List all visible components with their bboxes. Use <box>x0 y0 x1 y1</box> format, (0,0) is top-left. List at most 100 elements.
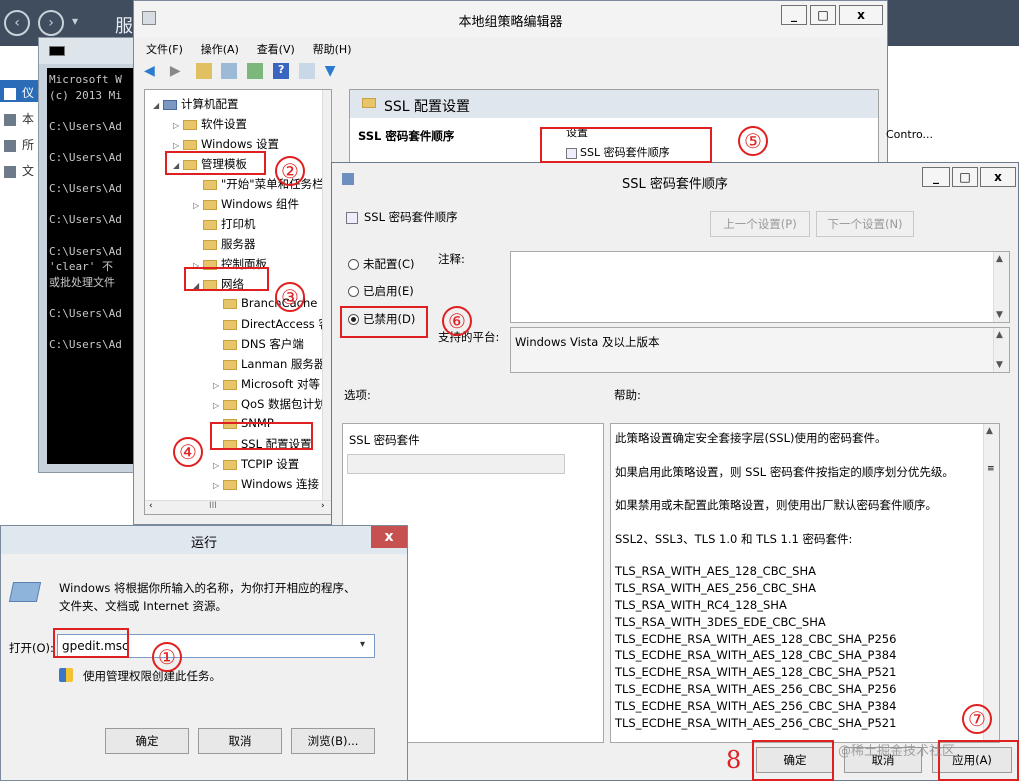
cmd-output[interactable]: Microsoft W (c) 2013 Mi C:\Users\Ad C:\User… <box>47 68 147 464</box>
help-icon[interactable]: ? <box>273 63 290 79</box>
sidebar-item-local[interactable]: 本 <box>4 110 34 127</box>
admin-note: 使用管理权限创建此任务。 <box>83 669 221 683</box>
cancel-button[interactable]: 取消 <box>198 728 282 754</box>
back-icon[interactable]: ◀ <box>144 63 160 79</box>
tree-item-start-menu[interactable]: "开始"菜单和任务栏 <box>193 176 324 192</box>
dashboard-icon <box>4 87 16 100</box>
close-button[interactable]: x <box>980 167 1016 187</box>
tree-item-lanman[interactable]: Lanman 服务器 <box>223 356 325 372</box>
settings-pane-header: SSL 配置设置 <box>350 90 878 118</box>
close-button[interactable]: x <box>839 5 883 25</box>
minimize-button[interactable]: _ <box>922 167 950 187</box>
scroll-right-icon[interactable]: › <box>321 501 325 511</box>
annotation-box-6 <box>340 306 428 338</box>
tree-item-windows-components[interactable]: ▷ Windows 组件 <box>193 196 299 212</box>
comment-textarea[interactable]: ▲ ▼ <box>510 251 1010 323</box>
export-icon[interactable] <box>247 63 264 79</box>
help-scrollbar[interactable]: ▲ ≡ <box>983 424 999 742</box>
help-line: TLS_RSA_WITH_AES_128_CBC_SHA <box>615 564 816 579</box>
folder-icon <box>223 298 237 309</box>
sidebar-item-all[interactable]: 所 <box>4 136 34 153</box>
help-line: TLS_ECDHE_RSA_WITH_AES_128_CBC_SHA_P521 <box>615 665 897 680</box>
show-hide-tree-icon[interactable] <box>221 63 238 79</box>
ssl-dialog-titlebar[interactable]: SSL 密码套件顺序 _ □ x <box>332 163 1018 197</box>
folder-icon <box>223 339 237 350</box>
folder-icon <box>223 479 237 490</box>
forward-arrow-icon[interactable]: › <box>38 10 64 36</box>
folder-icon <box>223 319 237 330</box>
next-setting-button[interactable]: 下一个设置(N) <box>816 211 914 237</box>
cmd-line <box>49 197 145 213</box>
previous-setting-button[interactable]: 上一个设置(P) <box>710 211 810 237</box>
tree-item-directaccess[interactable]: DirectAccess 客 <box>223 316 330 332</box>
annotation-number-3: ③ <box>275 282 305 312</box>
tree-item-windows-connect[interactable]: ▷ Windows 连接 <box>213 476 319 492</box>
radio-not-configured[interactable]: 未配置(C) <box>348 256 415 272</box>
folder-icon <box>203 179 217 190</box>
close-button[interactable]: x <box>371 526 407 548</box>
sidebar-item-files[interactable]: 文 <box>4 162 34 179</box>
chevron-down-icon[interactable]: ▾ <box>360 639 365 650</box>
tree-item-windows-settings[interactable]: ▷ Windows 设置 <box>173 136 279 152</box>
help-line: 如果启用此策略设置，则 SSL 密码套件按指定的顺序划分优先级。 <box>615 464 954 479</box>
menu-help[interactable]: 帮助(H) <box>313 41 352 57</box>
menu-file[interactable]: 文件(F) <box>146 41 183 57</box>
menu-action[interactable]: 操作(A) <box>201 41 239 57</box>
tree-item-servers[interactable]: 服务器 <box>203 236 256 252</box>
folder-icon <box>203 219 217 230</box>
cmd-line <box>49 103 145 119</box>
annotation-number-1: ① <box>152 642 182 672</box>
filter-icon[interactable]: ▼ <box>325 63 341 79</box>
tree-item-computer-config[interactable]: ◢ 计算机配置 <box>153 96 239 112</box>
run-titlebar[interactable]: 运行 <box>1 526 407 554</box>
gpedit-titlebar[interactable]: 本地组策略编辑器 _ □ x <box>134 1 887 37</box>
properties-icon[interactable] <box>298 63 315 79</box>
platform-scrollbar[interactable]: ▲ ▼ <box>993 328 1009 372</box>
run-description-line1: Windows 将根据你所输入的名称，为你打开相应的程序、 <box>59 581 356 595</box>
up-folder-icon[interactable] <box>195 63 212 79</box>
tree-item-software[interactable]: ▷ 软件设置 <box>173 116 247 132</box>
scroll-left-icon[interactable]: ‹ <box>149 501 153 511</box>
servers-icon <box>4 139 16 152</box>
forward-icon[interactable]: ▶ <box>170 63 186 79</box>
run-icon <box>8 582 42 602</box>
help-line: TLS_ECDHE_RSA_WITH_AES_128_CBC_SHA_P384 <box>615 648 897 663</box>
gpedit-title: 本地组策略编辑器 <box>458 15 563 30</box>
browse-button[interactable]: 浏览(B)... <box>291 728 375 754</box>
annotation-number-5: ⑤ <box>738 126 768 156</box>
tree-item-printers[interactable]: 打印机 <box>203 216 256 232</box>
scroll-thumb[interactable]: III <box>209 501 217 511</box>
annotation-number-4: ④ <box>173 437 203 467</box>
tree-item-microsoft-p2p[interactable]: ▷ Microsoft 对等 <box>213 376 320 392</box>
tree-item-tcpip[interactable]: ▷ TCPIP 设置 <box>213 456 299 472</box>
maximize-button[interactable]: □ <box>810 5 836 25</box>
help-line: TLS_ECDHE_RSA_WITH_AES_128_CBC_SHA_P256 <box>615 631 897 646</box>
radio-enabled[interactable]: 已启用(E) <box>348 283 414 299</box>
comment-scrollbar[interactable]: ▲ ▼ <box>993 252 1009 322</box>
folder-icon <box>223 379 237 390</box>
menu-view[interactable]: 查看(V) <box>257 41 295 57</box>
maximize-button[interactable]: □ <box>952 167 978 187</box>
state-column-text: Contro... <box>886 128 934 141</box>
tree-horizontal-scrollbar[interactable]: ‹ III › <box>145 500 331 514</box>
ssl-dialog-title: SSL 密码套件顺序 <box>622 177 728 192</box>
help-line: TLS_ECDHE_RSA_WITH_AES_256_CBC_SHA_P256 <box>615 682 897 696</box>
ssl-cipher-suites-input[interactable] <box>347 454 565 474</box>
back-arrow-icon[interactable]: ‹ <box>4 10 30 36</box>
cmd-line: C:\Users\Ad <box>49 150 122 164</box>
ssl-policy-dialog[interactable]: SSL 密码套件顺序 _ □ x SSL 密码套件顺序 上一个设置(P) 下一个… <box>331 162 1019 781</box>
help-line: 此策略设置确定安全套接字层(SSL)使用的密码套件。 <box>615 431 887 445</box>
sidebar-item-dashboard[interactable]: 仪 <box>4 84 34 101</box>
toolbar: ◀ ▶ ? ▼ <box>144 63 347 83</box>
files-icon <box>4 165 16 178</box>
cmd-line: 'clear' 不 <box>49 260 113 274</box>
watermark: @稀土掘金技术社区 <box>838 744 956 759</box>
chevron-down-icon[interactable]: ▾ <box>72 14 78 28</box>
tree-item-qos[interactable]: ▷ QoS 数据包计划 <box>213 396 326 412</box>
platform-field[interactable]: Windows Vista 及以上版本 ▲ ▼ <box>510 327 1010 373</box>
minimize-button[interactable]: _ <box>781 5 807 25</box>
ok-button[interactable]: 确定 <box>105 728 189 754</box>
tree-item-dns-client[interactable]: DNS 客户端 <box>223 336 304 352</box>
help-line: TLS_RSA_WITH_RC4_128_SHA <box>615 598 787 612</box>
cmd-icon <box>49 46 65 56</box>
